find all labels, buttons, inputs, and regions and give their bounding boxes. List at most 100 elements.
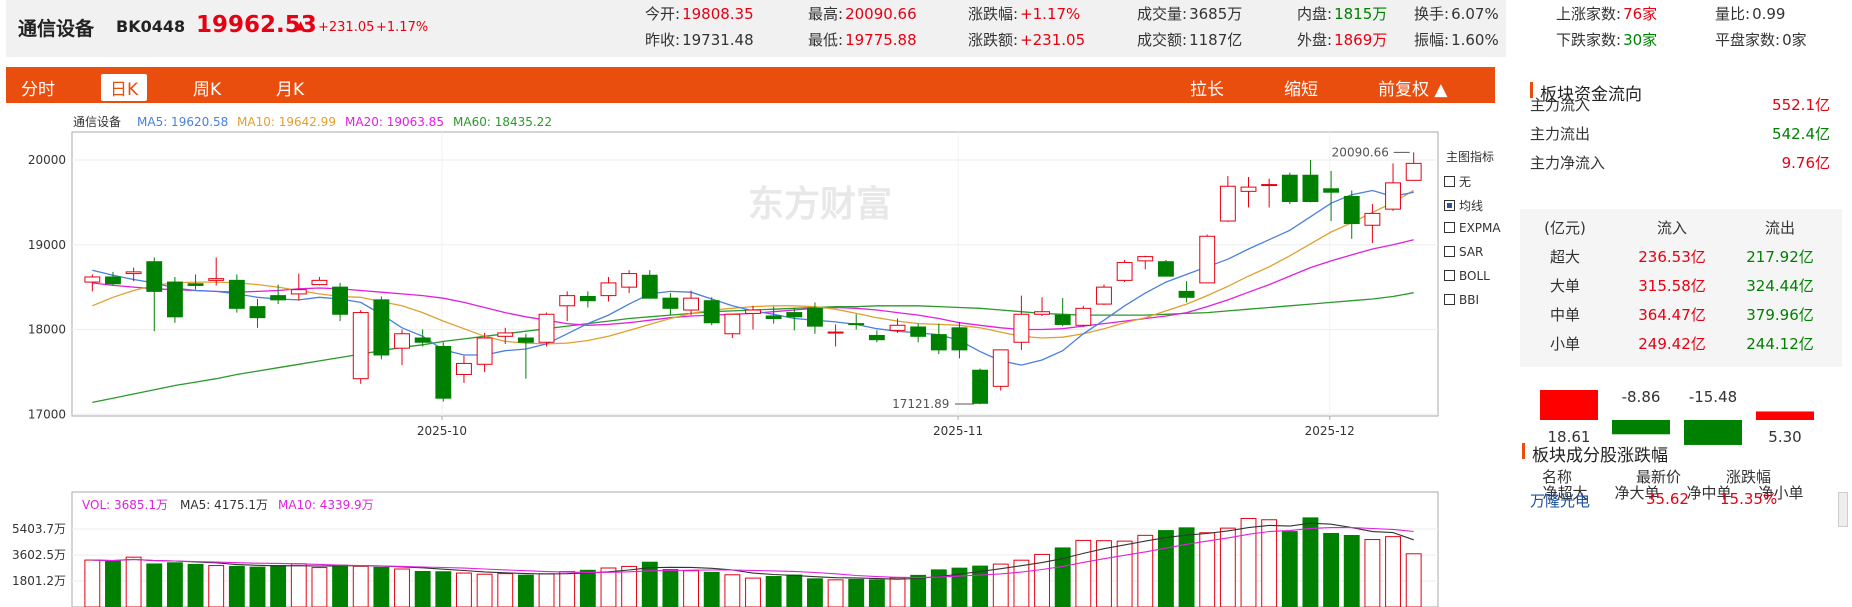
checkbox-icon xyxy=(1444,222,1455,233)
tab-daily-k[interactable]: 日K xyxy=(101,74,148,101)
y-tick-label: 19000 xyxy=(28,238,66,252)
candle xyxy=(1343,190,1360,239)
volume-bar xyxy=(683,570,699,607)
candle-body xyxy=(1054,314,1071,325)
checkbox-icon xyxy=(1444,294,1455,305)
candle-body xyxy=(683,297,699,311)
candle-body xyxy=(1013,313,1030,343)
candle xyxy=(662,293,679,316)
indicator-option-bbi[interactable]: BBI xyxy=(1444,293,1479,307)
watermark-logo: 东方财富 xyxy=(748,183,892,225)
candle xyxy=(621,270,638,294)
ma10-legend: MA10: 19642.99 xyxy=(237,115,336,129)
flow-header-in: 流入 xyxy=(1656,219,1687,237)
flow-row-out: 324.44亿 xyxy=(1746,277,1814,295)
vol-ma10-legend: MA10: 4339.9万 xyxy=(278,498,374,512)
volume-bar xyxy=(456,572,472,607)
quote-stat: 成交额: 1187亿 xyxy=(1137,29,1242,50)
flow-row-out: 379.96亿 xyxy=(1746,306,1814,324)
candle-body xyxy=(538,313,555,343)
volume-bar xyxy=(910,574,927,607)
candle xyxy=(1240,176,1257,208)
candle-body xyxy=(414,337,431,343)
price-change-pct: +1.17% xyxy=(376,20,429,35)
stock-price: 35.62 xyxy=(1646,490,1689,508)
candle-body xyxy=(972,369,989,404)
volume-bar xyxy=(166,562,183,607)
quote-stat-value: 20090.66 xyxy=(845,5,917,23)
flow-row-label: 超大 xyxy=(1549,248,1580,266)
volume-bar xyxy=(641,561,658,607)
candle xyxy=(1261,178,1278,208)
quote-stat-label: 振幅: xyxy=(1414,31,1450,49)
volume-bar xyxy=(187,563,204,607)
indicator-option-none[interactable]: 无 xyxy=(1444,173,1471,190)
volume-bars xyxy=(84,517,1422,607)
quote-stat: 振幅: 1.60% xyxy=(1414,29,1499,50)
candle xyxy=(456,355,472,383)
candle-body xyxy=(765,315,782,320)
volume-bar xyxy=(1302,517,1319,607)
candle-body xyxy=(930,334,947,351)
shrink-button[interactable]: 缩短 xyxy=(1284,75,1318,100)
candle-body xyxy=(373,299,390,356)
adjust-dropdown[interactable]: 前复权 ▲ xyxy=(1378,75,1447,100)
flow-row-in: 315.58亿 xyxy=(1638,277,1706,295)
volume-bar xyxy=(1075,539,1092,607)
main-net-inflow-row: 主力净流入 9.76亿 xyxy=(1530,154,1830,172)
candle xyxy=(1405,152,1422,181)
volume-bar xyxy=(848,578,865,607)
quote-stat-label: 成交额: xyxy=(1137,31,1188,49)
flow-row-in: 249.42亿 xyxy=(1638,335,1706,353)
candle xyxy=(1199,234,1216,284)
kline-chart[interactable]: 通信设备 MA5: 19620.58 MA10: 19642.99 MA20: … xyxy=(0,108,1505,607)
main-outflow-row: 主力流出 542.4亿 xyxy=(1530,125,1830,143)
indicator-option-boll[interactable]: BOLL xyxy=(1444,269,1490,283)
volume-bar xyxy=(1281,531,1298,607)
scrollbar[interactable] xyxy=(1838,492,1848,527)
net-flow-bar xyxy=(1756,411,1814,420)
volume-bar xyxy=(1364,539,1381,607)
volume-bar xyxy=(435,571,452,607)
indicator-option-ma[interactable]: 均线 xyxy=(1444,197,1483,214)
quote-stat: 最低: 19775.88 xyxy=(808,29,917,50)
volume-bar xyxy=(1261,519,1278,607)
volume-bar xyxy=(394,568,410,607)
volume-bar xyxy=(621,565,638,607)
tab-monthly-k[interactable]: 月K xyxy=(276,75,304,100)
candle-body xyxy=(745,309,761,314)
quote-stat-value: 76家 xyxy=(1623,5,1658,23)
volume-bar xyxy=(125,556,142,607)
flow-row-label: 大单 xyxy=(1549,277,1580,295)
checkbox-icon xyxy=(1444,246,1455,257)
candle xyxy=(1302,159,1319,203)
checkbox-icon xyxy=(1444,270,1455,281)
indicator-option-expma[interactable]: EXPMA xyxy=(1444,221,1501,235)
tab-intraday[interactable]: 分时 xyxy=(21,75,55,100)
volume-bar xyxy=(1013,559,1030,607)
candle-body xyxy=(125,271,142,275)
y-tick-label: 20000 xyxy=(28,153,66,167)
ma20-legend: MA20: 19063.85 xyxy=(345,115,444,129)
tab-weekly-k[interactable]: 周K xyxy=(193,75,221,100)
volume-bar xyxy=(1157,530,1174,607)
indicator-option-sar[interactable]: SAR xyxy=(1444,245,1483,259)
quote-stat: 下跌家数: 30家 xyxy=(1556,29,1657,50)
stock-name-link[interactable]: 万隆光电 xyxy=(1530,490,1590,511)
candle-body xyxy=(311,279,328,286)
volume-bar xyxy=(1323,532,1340,607)
kline-y-axis: 20000 19000 18000 17000 xyxy=(28,153,66,421)
stretch-button[interactable]: 拉长 xyxy=(1190,75,1224,100)
checkbox-icon xyxy=(1444,176,1455,187)
candle xyxy=(827,324,844,347)
candle xyxy=(208,257,225,286)
volume-bar xyxy=(724,574,741,607)
ma5-legend: MA5: 19620.58 xyxy=(137,115,228,129)
candle-body xyxy=(1281,174,1298,203)
quote-stat-value: 19775.88 xyxy=(845,31,917,49)
candle-body xyxy=(1385,182,1401,210)
candle-body xyxy=(1261,184,1278,187)
candle-body xyxy=(724,313,741,335)
candle-body xyxy=(1096,286,1112,305)
candle-body xyxy=(1343,195,1360,225)
